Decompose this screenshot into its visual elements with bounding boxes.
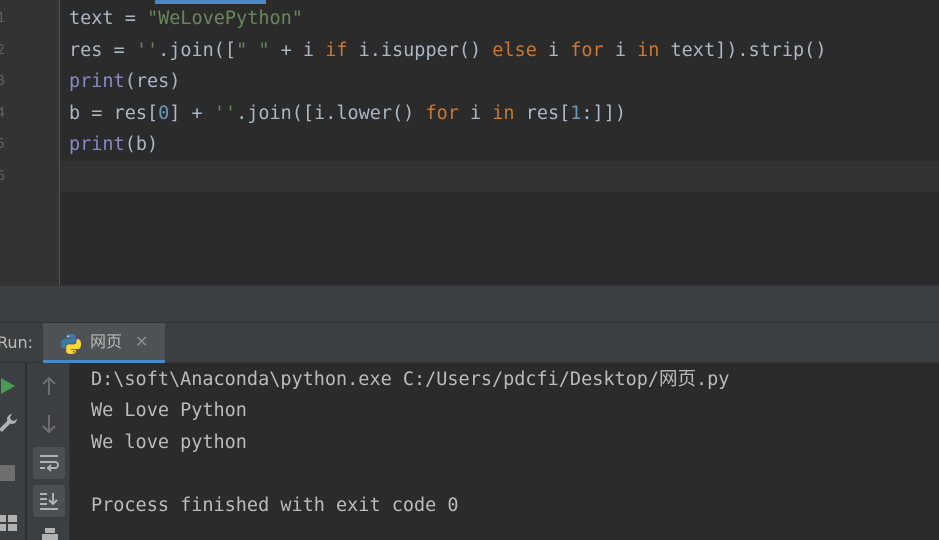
code-token: (b) bbox=[124, 134, 159, 155]
code-token: (res) bbox=[124, 71, 181, 92]
run-actions-toolbar bbox=[0, 363, 26, 540]
scroll-to-end-icon bbox=[40, 493, 58, 510]
run-console-output[interactable]: D:\soft\Anaconda\python.exe C:/Users/pdc… bbox=[70, 363, 939, 540]
code-token: i.isupper() bbox=[347, 40, 493, 61]
line-number: 5 bbox=[0, 137, 5, 152]
code-token: for bbox=[570, 40, 604, 61]
code-token: " " bbox=[236, 40, 270, 61]
code-token: '' bbox=[213, 103, 237, 124]
line-number: 3 bbox=[0, 74, 5, 89]
panel-splitter[interactable] bbox=[0, 285, 939, 323]
code-editor[interactable]: 1 2 3 4 5 6 text = "WeLovePython" res = … bbox=[0, 0, 939, 285]
stop-icon[interactable] bbox=[0, 463, 17, 483]
close-icon[interactable]: ✕ bbox=[135, 323, 148, 361]
code-line-1[interactable]: text = "WeLovePython" bbox=[69, 3, 303, 34]
code-token: text]).strip() bbox=[659, 40, 827, 61]
code-token: text = bbox=[69, 8, 147, 29]
code-token: res = bbox=[69, 40, 136, 61]
print-icon[interactable] bbox=[40, 526, 60, 540]
current-line-highlight bbox=[61, 161, 939, 192]
console-line-output: We love python bbox=[91, 432, 247, 453]
console-line-command: D:\soft\Anaconda\python.exe C:/Users/pdc… bbox=[91, 369, 730, 390]
code-token: i bbox=[458, 103, 493, 124]
code-line-4[interactable]: b = res[0] + ''.join([i.lower() for i in… bbox=[69, 98, 626, 129]
code-line-5[interactable]: print(b) bbox=[69, 129, 158, 160]
soft-wrap-icon bbox=[40, 455, 59, 472]
code-token: in bbox=[492, 103, 515, 124]
code-token: '' bbox=[135, 40, 159, 61]
code-token: i bbox=[603, 40, 638, 61]
code-token: i bbox=[536, 40, 571, 61]
code-token: print bbox=[69, 71, 125, 92]
code-token: b = res[ bbox=[69, 103, 159, 124]
code-token: for bbox=[425, 103, 459, 124]
console-actions-toolbar bbox=[27, 363, 70, 540]
run-label: Run: bbox=[0, 333, 34, 352]
code-token: if bbox=[325, 40, 348, 61]
code-token: + i bbox=[269, 40, 326, 61]
code-token: :]]) bbox=[581, 103, 626, 124]
scroll-down-icon[interactable] bbox=[39, 413, 59, 435]
rerun-icon[interactable] bbox=[0, 376, 18, 396]
python-icon bbox=[61, 334, 81, 354]
code-token: "WeLovePython" bbox=[146, 8, 303, 29]
line-number: 2 bbox=[0, 43, 5, 58]
scroll-up-icon[interactable] bbox=[39, 375, 59, 397]
line-number: 4 bbox=[0, 106, 5, 121]
wrench-icon[interactable] bbox=[0, 412, 19, 434]
console-line-exit-status: Process finished with exit code 0 bbox=[91, 495, 459, 516]
code-token: .join([ bbox=[158, 40, 237, 61]
run-tool-window-header: Run: 网页 ✕ bbox=[0, 323, 939, 363]
code-line-3[interactable]: print(res) bbox=[69, 66, 180, 97]
code-token: res[ bbox=[514, 103, 571, 124]
layout-icon[interactable] bbox=[0, 513, 19, 533]
code-token: else bbox=[492, 40, 537, 61]
line-number: 1 bbox=[0, 11, 5, 26]
run-tab[interactable]: 网页 ✕ bbox=[43, 323, 165, 363]
line-number-gutter: 1 2 3 4 5 6 bbox=[0, 0, 60, 285]
run-tab-title: 网页 bbox=[90, 332, 123, 351]
code-line-2[interactable]: res = ''.join([" " + i if i.isupper() el… bbox=[69, 35, 826, 66]
code-token: in bbox=[637, 40, 660, 61]
code-token: ] + bbox=[169, 103, 214, 124]
code-token: 0 bbox=[158, 103, 170, 124]
code-token: 1 bbox=[570, 103, 582, 124]
code-token: .join([i.lower() bbox=[236, 103, 426, 124]
code-token: print bbox=[69, 134, 125, 155]
scroll-to-end-toggle[interactable] bbox=[33, 485, 65, 517]
soft-wrap-toggle[interactable] bbox=[33, 447, 65, 479]
line-number: 6 bbox=[0, 169, 5, 184]
console-line-output: We Love Python bbox=[91, 400, 247, 421]
